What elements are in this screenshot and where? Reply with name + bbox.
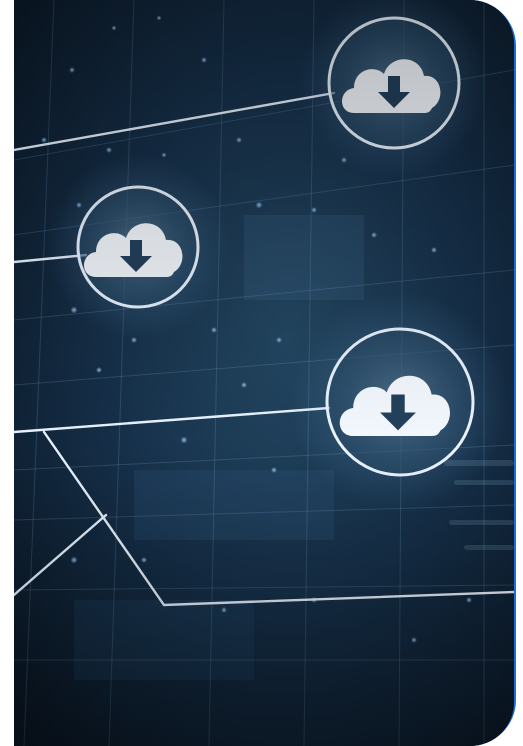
hero-photo-card xyxy=(14,0,514,746)
hero-illustration xyxy=(14,0,514,746)
stage xyxy=(0,0,523,746)
